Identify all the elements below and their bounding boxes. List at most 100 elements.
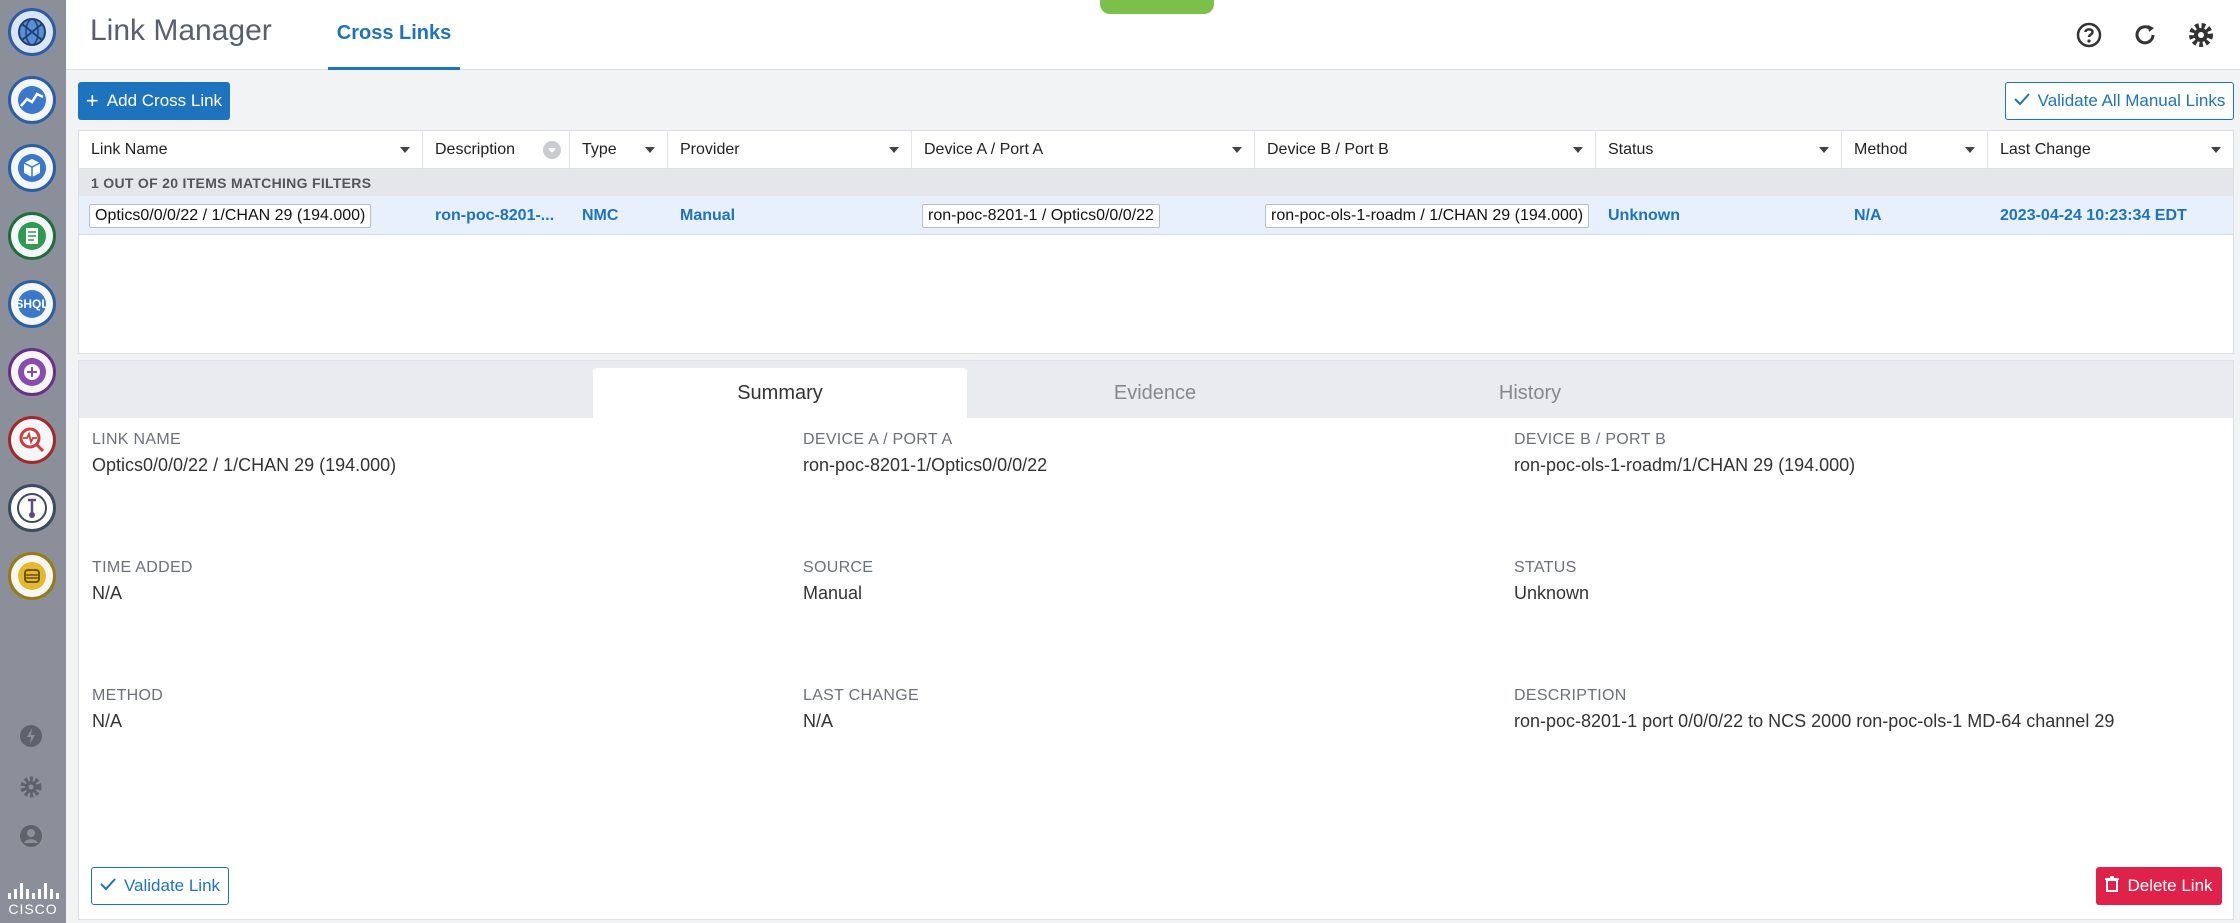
field-label: DEVICE B / PORT B [1514,431,1667,448]
trash-icon [2105,875,2120,897]
field-link-name: LINK NAME Optics0/0/0/22 / 1/CHAN 29 (19… [92,431,396,476]
delete-link-button[interactable]: Delete Link [2096,867,2222,905]
sort-caret-icon[interactable] [1573,147,1583,153]
add-cross-link-label: Add Cross Link [106,91,223,110]
field-value: ron-poc-ols-1-roadm/1/CHAN 29 (194.000) [1514,455,1856,475]
column-device-a[interactable]: Device A / Port A [912,131,1255,169]
column-type[interactable]: Type [570,131,668,169]
column-method[interactable]: Method [1842,131,1988,169]
sort-caret-icon[interactable] [1965,147,1975,153]
cell-last-change[interactable]: 2023-04-24 10:23:34 EDT [1988,196,2233,235]
globe-icon[interactable] [8,8,56,56]
delete-link-label: Delete Link [2127,876,2213,895]
sidebar: SHQL CISCO [0,0,66,923]
column-label: Device B / Port B [1267,141,1389,158]
filter-active-icon[interactable] [543,141,561,159]
health-search-icon[interactable] [8,416,56,464]
sort-caret-icon[interactable] [2211,147,2221,153]
check-icon [2013,91,2030,111]
device-a-chip: ron-poc-8201-1 / Optics0/0/0/22 [922,203,1160,228]
link-manager-icon[interactable] [8,484,56,532]
spiral-plus-icon[interactable] [8,348,56,396]
add-cross-link-button[interactable]: + Add Cross Link [78,82,230,120]
field-value: Unknown [1514,583,1590,603]
field-value: N/A [92,711,123,731]
cell-device-b: ron-poc-ols-1-roadm / 1/CHAN 29 (194.000… [1255,196,1596,235]
column-description[interactable]: Description [423,131,570,169]
cross-links-table: Link Name Description Type Provider Devi… [78,130,2234,354]
document-icon[interactable] [8,212,56,260]
column-device-b[interactable]: Device B / Port B [1255,131,1596,169]
trend-chart-icon[interactable] [8,76,56,124]
field-label: SOURCE [803,559,874,576]
column-label: Type [582,141,617,158]
column-label: Link Name [91,141,168,158]
cell-description[interactable]: ron-poc-8201-... [423,196,570,235]
field-label: LINK NAME [92,431,181,448]
sort-caret-icon[interactable] [889,147,899,153]
field-value: N/A [92,583,123,603]
device-b-chip: ron-poc-ols-1-roadm / 1/CHAN 29 (194.000… [1265,203,1590,228]
sort-caret-icon[interactable] [1819,147,1829,153]
table-row[interactable]: Optics0/0/0/22 / 1/CHAN 29 (194.000) ron… [79,196,2233,235]
tab-summary[interactable]: Summary [593,368,967,418]
data-storage-icon[interactable] [8,552,56,600]
user-icon[interactable] [16,821,46,851]
status-pill[interactable] [1100,0,1214,14]
column-status[interactable]: Status [1596,131,1842,169]
sort-caret-icon[interactable] [1232,147,1242,153]
gear-icon[interactable] [16,772,46,802]
field-device-a: DEVICE A / PORT A ron-poc-8201-1/Optics0… [803,431,1047,476]
field-value: N/A [803,711,834,731]
field-method: METHOD N/A [92,687,163,732]
cell-link-name: Optics0/0/0/22 / 1/CHAN 29 (194.000) [79,196,423,235]
filter-summary: 1 OUT OF 20 ITEMS MATCHING FILTERS [79,169,2233,196]
app-title: Link Manager [90,14,272,47]
tab-evidence[interactable]: Evidence [968,368,1342,418]
column-last-change[interactable]: Last Change [1988,131,2233,169]
field-source: SOURCE Manual [803,559,873,604]
validate-all-manual-links-button[interactable]: Validate All Manual Links [2005,82,2234,120]
cube-icon[interactable] [8,144,56,192]
cell-type[interactable]: NMC [570,196,668,235]
tab-cross-links[interactable]: Cross Links [328,0,460,70]
table-header: Link Name Description Type Provider Devi… [79,131,2233,169]
column-label: Last Change [2000,141,2091,158]
field-value: Manual [803,583,863,603]
field-last-change: LAST CHANGE N/A [803,687,919,732]
field-value: Optics0/0/0/22 / 1/CHAN 29 (194.000) [92,455,397,475]
column-label: Provider [680,141,740,158]
shql-label: SHQL [15,297,49,311]
sort-caret-icon[interactable] [645,147,655,153]
field-status: STATUS Unknown [1514,559,1589,604]
validate-all-label: Validate All Manual Links [2037,91,2226,110]
column-label: Device A / Port A [924,141,1044,158]
column-label: Status [1608,141,1654,158]
field-time-added: TIME ADDED N/A [92,559,193,604]
settings-gear-icon[interactable] [2184,18,2218,52]
cisco-bars-icon [6,881,60,899]
field-label: STATUS [1514,559,1577,576]
field-value: ron-poc-8201-1 port 0/0/0/22 to NCS 2000… [1514,711,2115,731]
cell-method[interactable]: N/A [1842,196,1988,235]
field-label: TIME ADDED [92,559,193,576]
sort-caret-icon[interactable] [400,147,410,153]
column-label: Method [1854,141,1908,158]
tab-history[interactable]: History [1343,368,1717,418]
shql-icon[interactable]: SHQL [8,280,56,328]
cell-device-a: ron-poc-8201-1 / Optics0/0/0/22 [912,196,1255,235]
validate-link-button[interactable]: Validate Link [91,867,229,905]
field-description: DESCRIPTION ron-poc-8201-1 port 0/0/0/22… [1514,687,2114,732]
lightning-icon[interactable] [16,721,46,751]
column-link-name[interactable]: Link Name [79,131,423,169]
field-label: LAST CHANGE [803,687,919,704]
cell-provider[interactable]: Manual [668,196,912,235]
column-provider[interactable]: Provider [668,131,912,169]
cisco-logo: CISCO [6,881,60,917]
refresh-icon[interactable] [2128,18,2162,52]
help-icon[interactable] [2072,18,2106,52]
cell-status[interactable]: Unknown [1596,196,1842,235]
column-label: Description [435,141,516,158]
field-label: METHOD [92,687,164,704]
cisco-wordmark: CISCO [8,901,58,917]
